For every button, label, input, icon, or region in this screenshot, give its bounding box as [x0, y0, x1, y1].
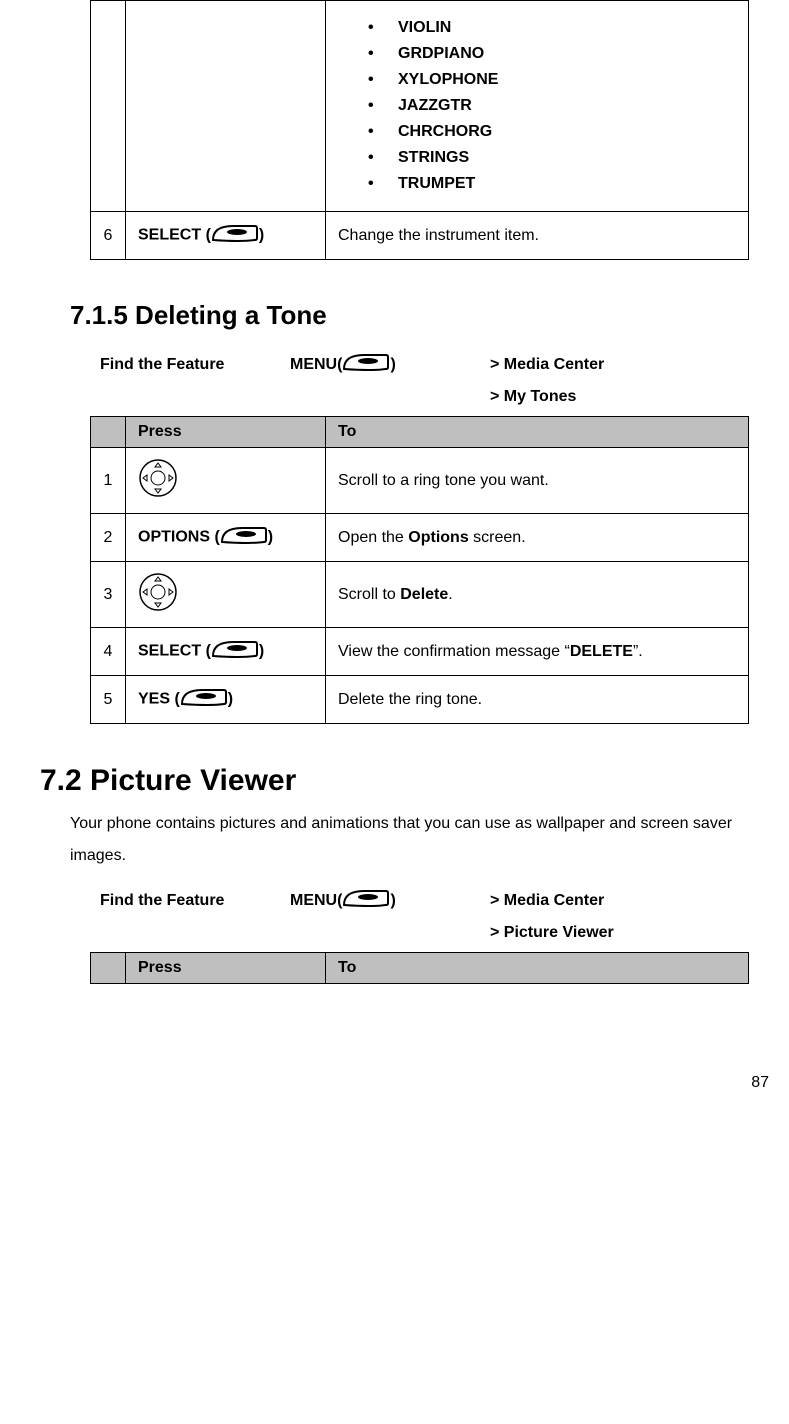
to-bold: Options [408, 529, 468, 546]
find-feature-path2: > Picture Viewer [490, 924, 749, 942]
press-label: YES [138, 691, 170, 708]
chapter-body: Your phone contains pictures and animati… [70, 808, 749, 872]
instrument-item: STRINGS [368, 149, 736, 167]
to-cell: Open the Options screen. [326, 514, 749, 562]
page-number: 87 [0, 1074, 769, 1092]
find-feature-menu: MENU () [290, 351, 490, 378]
press-label: SELECT [138, 643, 201, 660]
instrument-item: VIOLIN [368, 19, 736, 37]
instrument-item: CHRCHORG [368, 123, 736, 141]
step-num: 5 [91, 676, 126, 724]
instrument-item: XYLOPHONE [368, 71, 736, 89]
press-label: OPTIONS [138, 529, 210, 546]
press-label: SELECT [138, 227, 201, 244]
find-feature-path1: > Media Center [490, 356, 749, 374]
header-press: Press [126, 953, 326, 984]
press-cell: YES () [126, 676, 326, 724]
instrument-table: VIOLIN GRDPIANO XYLOPHONE JAZZGTR CHRCHORG ST… [90, 0, 749, 260]
close-paren: ) [390, 356, 395, 374]
press-cell: SELECT () [126, 628, 326, 676]
to-bold: Delete [400, 586, 448, 603]
step-num: 4 [91, 628, 126, 676]
close-paren: ) [390, 892, 395, 910]
header-blank [91, 953, 126, 984]
to-text: . [448, 586, 452, 603]
menu-label: MENU [290, 892, 337, 910]
find-feature-label: Find the Feature [100, 356, 290, 374]
to-text: Scroll to [338, 586, 400, 603]
to-cell: View the confirmation message “DELETE”. [326, 628, 749, 676]
step-num-empty [91, 1, 126, 212]
to-text: Scroll to a ring tone you want. [338, 472, 549, 489]
softkey-icon [211, 222, 259, 249]
softkey-icon [211, 638, 259, 665]
instrument-item: TRUMPET [368, 175, 736, 193]
chapter-heading-72: 7.2 Picture Viewer [40, 764, 749, 798]
to-cell: Delete the ring tone. [326, 676, 749, 724]
step-num: 3 [91, 562, 126, 628]
to-bold: DELETE [570, 643, 633, 660]
to-text: ”. [633, 643, 643, 660]
press-empty [126, 1, 326, 212]
to-text: View the confirmation message “ [338, 643, 570, 660]
header-press: Press [126, 417, 326, 448]
menu-label: MENU [290, 356, 337, 374]
to-text: Delete the ring tone. [338, 691, 482, 708]
to-cell: Scroll to Delete. [326, 562, 749, 628]
softkey-icon [180, 686, 228, 713]
header-to: To [326, 953, 749, 984]
to-text: Open the [338, 529, 408, 546]
softkey-icon [342, 887, 390, 914]
step-num: 6 [91, 212, 126, 260]
find-feature-label: Find the Feature [100, 892, 290, 910]
nav-icon [138, 572, 178, 617]
press-cell [126, 562, 326, 628]
press-cell [126, 448, 326, 514]
to-cell: Scroll to a ring tone you want. [326, 448, 749, 514]
find-feature-menu: MENU () [290, 887, 490, 914]
to-text: screen. [469, 529, 526, 546]
find-feature-row: Find the Feature MENU () > Media Center [100, 351, 749, 378]
find-feature-path1: > Media Center [490, 892, 749, 910]
softkey-icon [342, 351, 390, 378]
softkey-icon [220, 524, 268, 551]
instrument-item: GRDPIANO [368, 45, 736, 63]
step-num: 2 [91, 514, 126, 562]
press-cell: OPTIONS () [126, 514, 326, 562]
instrument-item: JAZZGTR [368, 97, 736, 115]
instrument-cell: VIOLIN GRDPIANO XYLOPHONE JAZZGTR CHRCHORG ST… [326, 1, 749, 212]
header-to: To [326, 417, 749, 448]
to-cell: Change the instrument item. [326, 212, 749, 260]
picture-viewer-table: Press To [90, 952, 749, 984]
header-blank [91, 417, 126, 448]
nav-icon [138, 458, 178, 503]
press-cell: SELECT () [126, 212, 326, 260]
delete-tone-table: Press To 1 Scroll to a ring tone you want… [90, 416, 749, 724]
section-heading-715: 7.1.5 Deleting a Tone [70, 300, 749, 331]
step-num: 1 [91, 448, 126, 514]
close-paren: ) [259, 227, 264, 244]
find-feature-path2: > My Tones [490, 388, 749, 406]
find-feature-row-72: Find the Feature MENU () > Media Center [100, 887, 749, 914]
